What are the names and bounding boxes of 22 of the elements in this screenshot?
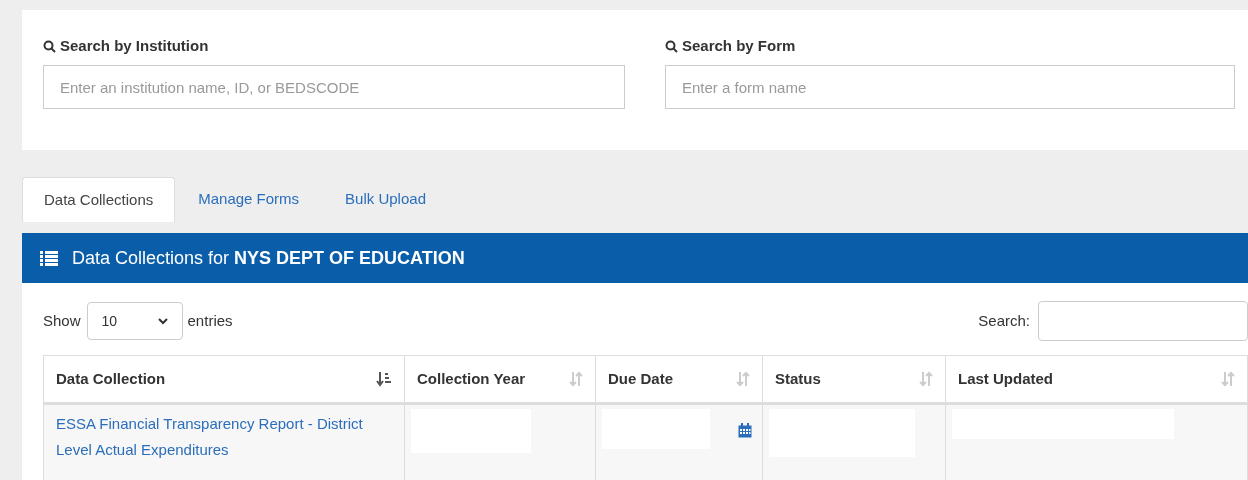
search-field[interactable]: Enter a form name — [665, 65, 1235, 109]
column-header[interactable]: Due Date — [608, 367, 674, 391]
search-icon — [43, 39, 56, 53]
search-label: Search by Form — [682, 35, 796, 56]
entries-select[interactable]: 10 — [86, 302, 183, 340]
show-label: Show — [43, 310, 81, 331]
search-label: Search: — [978, 310, 1030, 331]
panel-title: Data Collections for NYS DEPT OF EDUCATION — [72, 246, 465, 270]
chevron-down-icon — [157, 317, 168, 325]
tab[interactable]: Manage Forms — [175, 177, 323, 222]
tab[interactable]: Data Collections — [22, 177, 176, 222]
list-icon — [40, 250, 58, 266]
search-field[interactable]: Enter an institution name, ID, or BEDSCODE — [43, 65, 625, 109]
column-header[interactable]: Status — [775, 367, 821, 391]
table-search-field[interactable] — [1038, 301, 1248, 341]
column-header[interactable]: Last Updated — [958, 367, 1053, 391]
entries-label: entries — [187, 310, 233, 331]
calendar-icon — [738, 423, 752, 438]
search-label: Search by Institution — [60, 35, 209, 56]
search-icon — [665, 39, 678, 53]
tab[interactable]: Bulk Upload — [322, 177, 449, 222]
column-header[interactable]: Data Collection — [56, 367, 166, 391]
